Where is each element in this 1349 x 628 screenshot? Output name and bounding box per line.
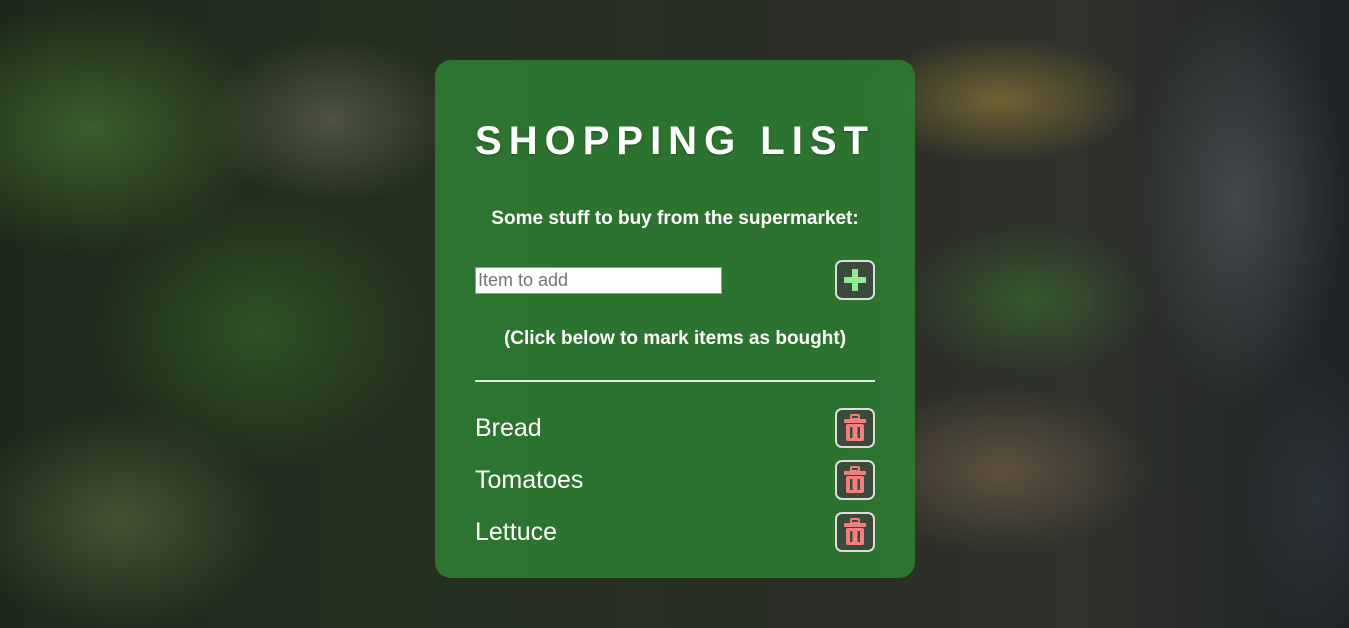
- list-item: Lettuce: [475, 512, 875, 552]
- item-label[interactable]: Lettuce: [475, 517, 557, 547]
- trash-icon: [844, 466, 866, 493]
- item-label[interactable]: Bread: [475, 413, 542, 443]
- delete-item-button[interactable]: [835, 460, 875, 500]
- item-label[interactable]: Tomatoes: [475, 465, 583, 495]
- add-item-row: [475, 260, 875, 300]
- page-title: SHOPPING LIST: [475, 119, 875, 163]
- item-input[interactable]: [475, 267, 722, 294]
- subtitle: Some stuff to buy from the supermarket:: [491, 208, 859, 229]
- shopping-list-card: SHOPPING LIST Some stuff to buy from the…: [435, 60, 915, 578]
- divider: [475, 380, 875, 382]
- delete-item-button[interactable]: [835, 512, 875, 552]
- trash-icon: [844, 414, 866, 441]
- list-item: Bread: [475, 408, 875, 448]
- instruction-text: (Click below to mark items as bought): [503, 328, 847, 349]
- trash-icon: [844, 518, 866, 545]
- delete-item-button[interactable]: [835, 408, 875, 448]
- add-item-button[interactable]: [835, 260, 875, 300]
- shopping-items-list: Bread Tomatoes Lettuce: [475, 408, 875, 564]
- list-item: Tomatoes: [475, 460, 875, 500]
- plus-icon: [844, 269, 866, 291]
